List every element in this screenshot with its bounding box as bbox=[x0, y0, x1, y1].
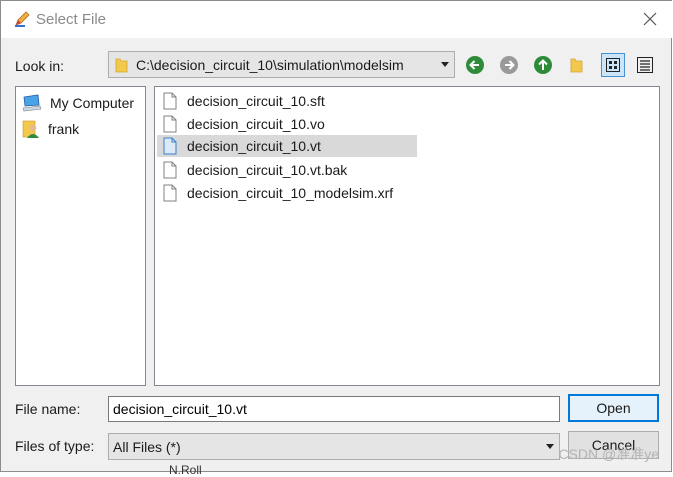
sidebar-item-my-computer[interactable]: My Computer bbox=[22, 92, 134, 114]
new-folder-button[interactable] bbox=[565, 53, 589, 77]
files-of-type-value: All Files (*) bbox=[113, 439, 181, 455]
files-of-type-label: Files of type: bbox=[15, 438, 95, 454]
file-name: decision_circuit_10.vt.bak bbox=[187, 162, 348, 178]
background-partial-text: N.Roll bbox=[169, 463, 202, 477]
up-arrow-icon bbox=[534, 56, 552, 74]
sidebar-item-label: My Computer bbox=[50, 95, 135, 111]
files-of-type-combo[interactable]: All Files (*) bbox=[108, 433, 560, 460]
up-folder-button[interactable] bbox=[531, 53, 555, 77]
look-in-label: Look in: bbox=[15, 58, 65, 74]
look-in-combo[interactable]: C:\decision_circuit_10\simulation\models… bbox=[108, 51, 455, 78]
computer-icon bbox=[22, 94, 42, 112]
select-file-dialog: Select File Look in: C:\decision_circuit… bbox=[0, 0, 672, 477]
close-icon bbox=[643, 12, 657, 26]
close-button[interactable] bbox=[638, 7, 662, 31]
folder-icon bbox=[115, 57, 129, 76]
forward-arrow-icon bbox=[500, 56, 518, 74]
sidebar-item-frank[interactable]: frank bbox=[22, 118, 79, 140]
title-bar: Select File bbox=[1, 1, 672, 38]
file-icon bbox=[163, 137, 177, 155]
dropdown-arrow-icon bbox=[546, 444, 554, 449]
icon-view-button[interactable] bbox=[601, 53, 625, 77]
forward-button[interactable] bbox=[497, 53, 521, 77]
file-list: decision_circuit_10.sft decision_circuit… bbox=[154, 86, 660, 386]
back-arrow-icon bbox=[466, 56, 484, 74]
list-item[interactable]: decision_circuit_10.vt.bak bbox=[157, 159, 347, 181]
current-path: C:\decision_circuit_10\simulation\models… bbox=[136, 57, 404, 73]
back-button[interactable] bbox=[463, 53, 487, 77]
new-folder-icon bbox=[570, 58, 583, 73]
watermark: CSDN @准准ye bbox=[558, 446, 659, 462]
file-icon bbox=[163, 161, 177, 179]
window-title: Select File bbox=[36, 11, 107, 28]
places-sidebar: My Computer frank bbox=[15, 86, 146, 386]
sidebar-item-label: frank bbox=[48, 121, 80, 137]
grid-view-icon bbox=[606, 58, 620, 72]
list-item[interactable]: decision_circuit_10_modelsim.xrf bbox=[157, 182, 393, 204]
file-icon bbox=[163, 115, 177, 133]
file-name-label: File name: bbox=[15, 401, 81, 417]
open-button[interactable]: Open bbox=[568, 394, 659, 422]
file-icon bbox=[163, 92, 177, 110]
pen-icon bbox=[13, 10, 31, 28]
dropdown-arrow-icon bbox=[441, 62, 449, 67]
detail-view-button[interactable] bbox=[633, 53, 657, 77]
file-name: decision_circuit_10.sft bbox=[187, 93, 325, 109]
file-icon bbox=[163, 184, 177, 202]
list-item[interactable]: decision_circuit_10.vo bbox=[157, 113, 325, 135]
file-name: decision_circuit_10.vo bbox=[187, 116, 325, 132]
user-icon bbox=[22, 120, 39, 138]
file-name: decision_circuit_10_modelsim.xrf bbox=[187, 185, 394, 201]
list-item[interactable]: decision_circuit_10.sft bbox=[157, 90, 325, 112]
file-name-input[interactable] bbox=[108, 396, 560, 422]
list-view-icon bbox=[637, 57, 653, 73]
list-item-selected[interactable]: decision_circuit_10.vt bbox=[157, 135, 417, 157]
file-name: decision_circuit_10.vt bbox=[187, 138, 321, 154]
